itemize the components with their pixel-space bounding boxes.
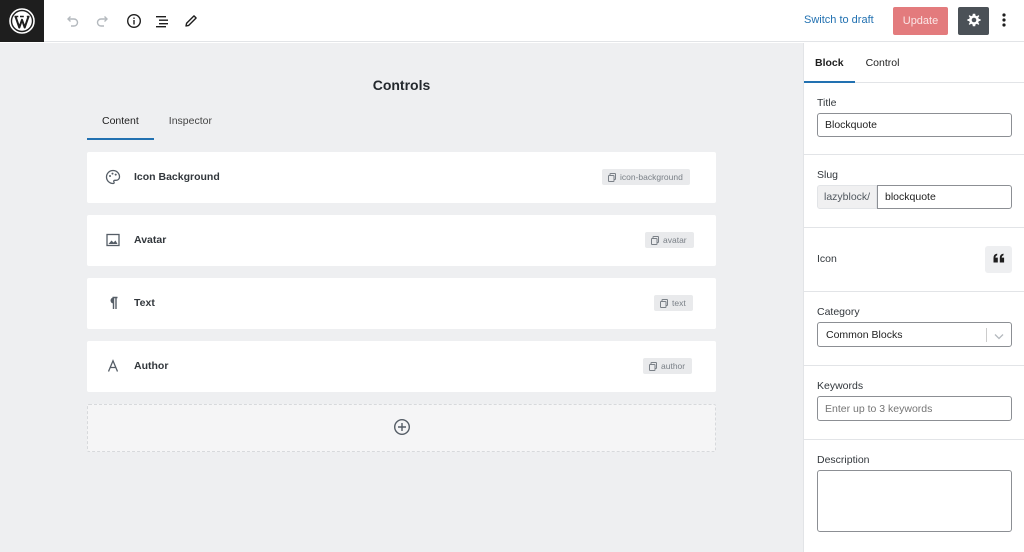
icon-panel: Icon bbox=[804, 228, 1024, 292]
control-label: Text bbox=[134, 297, 155, 309]
letter-a-icon bbox=[104, 357, 122, 375]
copy-icon bbox=[608, 172, 616, 182]
update-button[interactable]: Update bbox=[893, 7, 948, 35]
control-slug: icon-background bbox=[620, 172, 683, 182]
title-label: Title bbox=[817, 97, 837, 109]
page-title: Controls bbox=[372, 77, 431, 93]
top-toolbar: Switch to draft Update bbox=[0, 0, 1024, 42]
category-value: Common Blocks bbox=[826, 328, 903, 341]
controls-tabs: Content Inspector bbox=[87, 109, 227, 141]
keywords-panel: Keywords Enter up to 3 keywords bbox=[804, 366, 1024, 440]
description-label: Description bbox=[817, 454, 870, 466]
editor-canvas: Controls Content Inspector Icon Backgrou… bbox=[0, 43, 803, 552]
settings-sidebar: Block Control Title Blockquote Slug lazy… bbox=[803, 43, 1024, 552]
settings-gear-icon bbox=[966, 12, 982, 31]
control-slug: avatar bbox=[663, 235, 687, 245]
slug-label: Slug bbox=[817, 169, 839, 181]
tab-block[interactable]: Block bbox=[804, 43, 855, 83]
slug-field[interactable]: blockquote bbox=[877, 185, 1012, 209]
outline-icon[interactable] bbox=[152, 11, 172, 31]
tab-inspector[interactable]: Inspector bbox=[154, 109, 227, 141]
control-slug: text bbox=[672, 298, 686, 308]
add-control-button[interactable] bbox=[87, 404, 716, 452]
title-field[interactable]: Blockquote bbox=[817, 113, 1012, 137]
control-label: Icon Background bbox=[134, 171, 220, 183]
icon-picker-button[interactable] bbox=[985, 246, 1012, 273]
tab-content[interactable]: Content bbox=[87, 109, 154, 141]
more-options-button[interactable] bbox=[996, 11, 1012, 31]
settings-button[interactable] bbox=[958, 7, 989, 35]
keywords-label: Keywords bbox=[817, 380, 864, 392]
category-select[interactable]: Common Blocks bbox=[817, 322, 1012, 347]
paragraph-icon bbox=[104, 294, 122, 312]
control-slug-badge[interactable]: avatar bbox=[645, 232, 694, 248]
tab-control[interactable]: Control bbox=[855, 43, 911, 82]
control-label: Author bbox=[134, 360, 169, 372]
description-panel: Description bbox=[804, 440, 1024, 552]
undo-icon[interactable] bbox=[62, 11, 82, 31]
category-panel: Category Common Blocks bbox=[804, 292, 1024, 366]
control-row-icon-background[interactable]: Icon Background icon-background bbox=[87, 152, 716, 203]
control-slug: author bbox=[661, 361, 686, 371]
control-label: Avatar bbox=[134, 234, 167, 246]
palette-icon bbox=[104, 168, 122, 186]
redo-icon[interactable] bbox=[93, 11, 113, 31]
description-field[interactable] bbox=[817, 470, 1012, 532]
control-slug-badge[interactable]: author bbox=[643, 358, 693, 374]
category-label: Category bbox=[817, 306, 860, 318]
keywords-field[interactable]: Enter up to 3 keywords bbox=[817, 396, 1012, 421]
control-slug-badge[interactable]: text bbox=[654, 295, 693, 311]
more-vertical-icon bbox=[1002, 12, 1006, 31]
select-divider bbox=[986, 328, 987, 342]
quote-icon bbox=[993, 253, 1005, 266]
chevron-down-icon bbox=[994, 331, 1004, 343]
copy-icon bbox=[651, 235, 659, 245]
control-slug-badge[interactable]: icon-background bbox=[602, 169, 690, 185]
title-panel: Title Blockquote bbox=[804, 83, 1024, 155]
image-icon bbox=[104, 231, 122, 249]
control-row-text[interactable]: Text text bbox=[87, 278, 716, 329]
slug-panel: Slug lazyblock/ blockquote bbox=[804, 155, 1024, 228]
sidebar-tabs: Block Control bbox=[804, 43, 1024, 83]
switch-to-draft-link[interactable]: Switch to draft bbox=[804, 14, 874, 26]
edit-icon[interactable] bbox=[181, 11, 201, 31]
wordpress-logo[interactable] bbox=[0, 0, 44, 42]
plus-circle-icon bbox=[393, 418, 411, 439]
slug-prefix: lazyblock/ bbox=[817, 185, 877, 209]
copy-icon bbox=[649, 361, 657, 371]
control-row-author[interactable]: Author author bbox=[87, 341, 716, 392]
info-icon[interactable] bbox=[124, 11, 144, 31]
icon-label: Icon bbox=[817, 253, 837, 265]
control-row-avatar[interactable]: Avatar avatar bbox=[87, 215, 716, 266]
copy-icon bbox=[660, 298, 668, 308]
